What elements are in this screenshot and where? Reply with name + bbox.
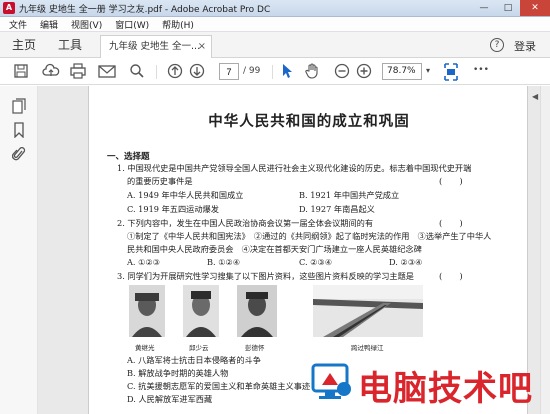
- q2-option-c: C. ②③④: [299, 257, 333, 267]
- close-window-button[interactable]: ✕: [520, 0, 550, 16]
- q3-option-d: D. 人民解放军进军西藏: [127, 394, 213, 404]
- minimize-button[interactable]: —: [472, 0, 496, 16]
- question-2-line-3: 民共和国中央人民政府委员会 ④决定在首都天安门广场建立一座人民英雄纪念碑: [127, 244, 422, 254]
- page-thumbnails-icon[interactable]: [12, 98, 26, 118]
- previous-page-icon[interactable]: [167, 63, 183, 81]
- select-cursor-icon[interactable]: [281, 63, 293, 81]
- bookmark-icon[interactable]: [12, 122, 26, 142]
- page-total: / 99: [243, 66, 261, 76]
- tab-close-button[interactable]: ×: [198, 36, 206, 57]
- menu-file[interactable]: 文件: [9, 18, 27, 31]
- title-bar: A 九年级 史地生 全一册 学习之友.pdf - Adobe Acrobat P…: [0, 0, 550, 17]
- q2-option-b: B. ①②④: [207, 257, 241, 267]
- zoom-in-icon[interactable]: [356, 63, 372, 81]
- portrait-photo: [129, 285, 165, 337]
- tab-document-label: 九年级 史地生 全一...: [109, 41, 201, 52]
- portrait-photo: [183, 285, 219, 337]
- menu-bar: 文件 编辑 视图(V) 窗口(W) 帮助(H): [0, 17, 550, 32]
- watermark: 电脑技术吧: [310, 355, 542, 409]
- question-2-line-2: ①制定了《中华人民共和国宪法》 ②通过的《共同纲领》起了临时宪法的作用 ③选举产…: [127, 231, 492, 241]
- answer-paren-3: ( ): [439, 272, 463, 282]
- zoom-out-icon[interactable]: [334, 63, 350, 81]
- portrait-photo: [237, 285, 277, 337]
- page-title: 中华人民共和国的成立和巩固: [208, 113, 410, 130]
- more-tools-icon[interactable]: •••: [473, 65, 489, 83]
- window-title: 九年级 史地生 全一册 学习之友.pdf - Adobe Acrobat Pro…: [19, 4, 271, 15]
- q1-option-d: D. 1927 年南昌起义: [299, 204, 375, 214]
- help-icon[interactable]: ?: [490, 38, 504, 52]
- print-icon[interactable]: [69, 63, 87, 81]
- caption-2: 邱少云: [189, 344, 209, 352]
- watermark-text: 电脑技术吧: [358, 369, 533, 409]
- question-2-line-1: 2. 下列内容中，发生在中国人民政治协商会议第一届全体会议期间的有: [117, 218, 374, 228]
- q2-option-d: D. ②③④: [389, 257, 423, 267]
- page-number-input[interactable]: [219, 63, 239, 80]
- email-icon[interactable]: [98, 63, 116, 81]
- q1-option-c: C. 1919 年五四运动爆发: [127, 204, 219, 214]
- menu-edit[interactable]: 编辑: [40, 18, 58, 31]
- acrobat-app-icon: A: [3, 2, 15, 14]
- hand-tool-icon[interactable]: [305, 63, 321, 81]
- menu-window[interactable]: 窗口(W): [115, 18, 149, 31]
- tab-tools[interactable]: 工具: [58, 36, 82, 53]
- chevron-down-icon[interactable]: ▾: [426, 66, 430, 75]
- toolbar: / 99 78.7% ▾ •••: [0, 59, 550, 85]
- q3-option-b: B. 解放战争时期的英雄人物: [127, 368, 229, 378]
- right-panel-toggle-icon[interactable]: ◀: [532, 92, 538, 101]
- menu-help[interactable]: 帮助(H): [162, 18, 194, 31]
- search-icon[interactable]: [129, 63, 145, 81]
- caption-4: 跨过鸭绿江: [351, 344, 384, 352]
- zoom-level-select[interactable]: 78.7%: [382, 63, 422, 80]
- tab-bar: 主页 工具 九年级 史地生 全一... × ? 登录: [0, 32, 550, 58]
- signin-link[interactable]: 登录: [514, 38, 536, 54]
- q3-option-c: C. 抗美援朝志愿军的爱国主义和革命英雄主义事迹: [127, 381, 311, 391]
- q2-option-a: A. ①②③: [127, 257, 161, 267]
- question-1-line-2: 的重要历史事件是: [127, 176, 193, 186]
- save-icon[interactable]: [13, 63, 29, 81]
- fit-page-icon[interactable]: [443, 63, 459, 81]
- next-page-icon[interactable]: [189, 63, 205, 81]
- watermark-logo-icon: [310, 359, 354, 403]
- menu-view[interactable]: 视图(V): [71, 18, 102, 31]
- attachment-icon[interactable]: [11, 146, 26, 166]
- answer-paren-2: ( ): [439, 219, 463, 229]
- tab-document[interactable]: 九年级 史地生 全一... ×: [100, 35, 212, 58]
- river-crossing-photo: [313, 285, 423, 337]
- question-1-line-1: 1. 中国现代史是中国共产党领导全国人民进行社会主义现代化建设的历史。标志着中国…: [117, 163, 472, 173]
- q1-option-a: A. 1949 年中华人民共和国成立: [127, 190, 244, 200]
- caption-1: 黄继光: [135, 344, 155, 352]
- tab-home[interactable]: 主页: [12, 36, 36, 53]
- upload-cloud-icon[interactable]: [42, 63, 60, 81]
- q3-option-a: A. 八路军将士抗击日本侵略者的斗争: [127, 355, 261, 365]
- question-3-line-1: 3. 同学们为开展研究性学习搜集了以下图片资料，这些图片资料反映的学习主题是: [117, 271, 414, 281]
- caption-3: 彭德怀: [245, 344, 265, 352]
- maximize-button[interactable]: □: [496, 0, 520, 16]
- q1-option-b: B. 1921 年中国共产党成立: [299, 190, 400, 200]
- left-nav-panel: [0, 86, 38, 414]
- answer-paren-1: ( ): [439, 177, 463, 187]
- section-heading: 一、选择题: [107, 152, 150, 162]
